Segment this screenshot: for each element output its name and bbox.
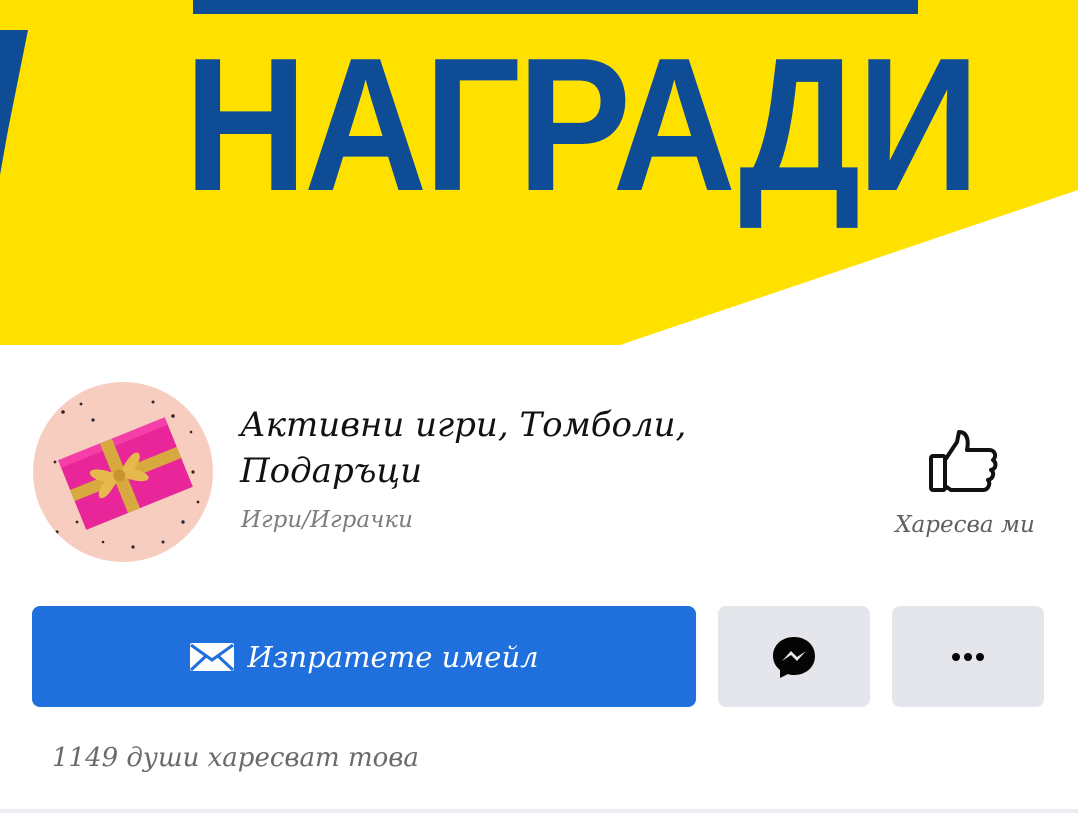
send-email-button[interactable]: Изпратете имейл xyxy=(32,606,696,707)
cover-photo[interactable]: НАГРАДИ xyxy=(0,0,1078,345)
like-label: Харесва ми xyxy=(895,512,1035,538)
envelope-icon xyxy=(190,642,235,671)
divider xyxy=(0,809,1078,813)
like-button[interactable]: Харесва ми xyxy=(880,420,1050,550)
gift-box-avatar-icon xyxy=(33,382,213,562)
page-name: Активни игри, Томболи, Подаръци xyxy=(240,405,687,491)
send-email-label: Изпратете имейл xyxy=(247,639,539,674)
more-options-button[interactable] xyxy=(892,606,1044,707)
avatar[interactable] xyxy=(33,382,213,562)
likes-count[interactable]: 1149 души харесват това xyxy=(52,743,419,773)
messenger-icon xyxy=(773,636,815,678)
cover-title: НАГРАДИ xyxy=(184,19,980,231)
page-category[interactable]: Игри/Играчки xyxy=(241,507,413,533)
messenger-button[interactable] xyxy=(718,606,870,707)
thumbs-up-icon xyxy=(929,430,998,492)
more-dots-icon xyxy=(952,652,984,661)
